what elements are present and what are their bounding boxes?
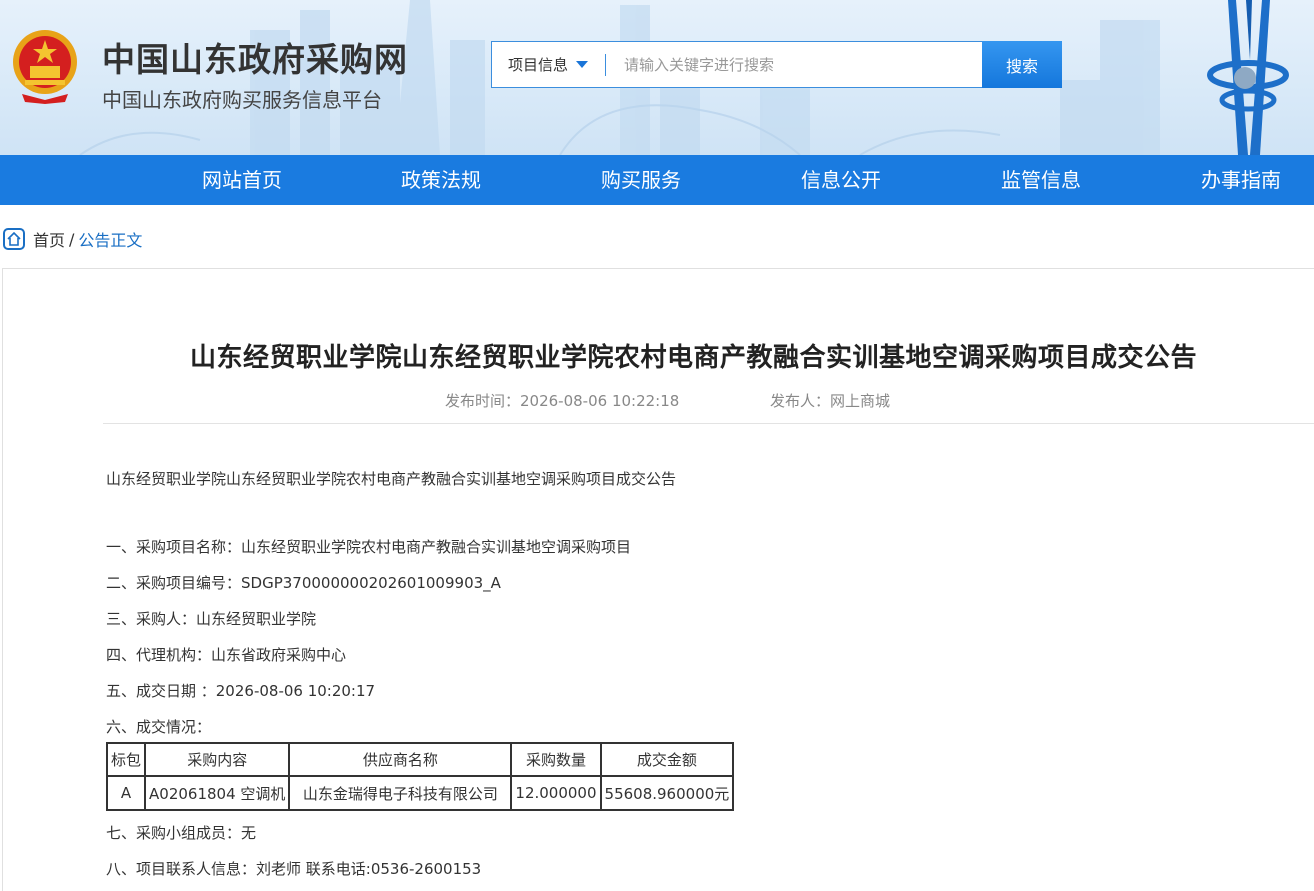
table-header-cell: 采购数量 [510, 742, 602, 777]
nav-item-services[interactable]: 购买服务 [601, 155, 681, 205]
quancheng-tower-image [1207, 0, 1289, 155]
table-header-cell: 标包 [105, 742, 147, 777]
site-subtitle: 中国山东政府购买服务信息平台 [102, 88, 382, 112]
item-panel-members: 七、采购小组成员：无 [106, 824, 257, 842]
article-intro: 山东经贸职业学院山东经贸职业学院农村电商产教融合实训基地空调采购项目成交公告 [106, 470, 677, 488]
table-cell: 55608.960000元 [599, 775, 735, 811]
breadcrumb: 首页 / 公告正文 [3, 226, 142, 252]
breadcrumb-current[interactable]: 公告正文 [78, 227, 142, 251]
item-contact-info: 八、项目联系人信息：刘老师 联系电话:0536-2600153 [106, 860, 482, 878]
nav-item-disclosure[interactable]: 信息公开 [801, 155, 881, 205]
search-button[interactable]: 搜索 [982, 41, 1062, 88]
table-cell: 12.000000 [510, 775, 602, 811]
table-header-cell: 采购内容 [144, 742, 291, 777]
table-cell: 山东金瑞得电子科技有限公司 [288, 775, 513, 811]
item-purchaser: 三、采购人：山东经贸职业学院 [106, 610, 317, 628]
item-agency: 四、代理机构：山东省政府采购中心 [106, 646, 347, 664]
deal-result-table: 标包 采购内容 供应商名称 采购数量 成交金额 A A02061804 空调机 … [105, 742, 735, 811]
search-input[interactable] [606, 42, 982, 87]
table-cell: A [105, 775, 147, 811]
table-header-cell: 供应商名称 [288, 742, 513, 777]
nav-item-supervision[interactable]: 监管信息 [1001, 155, 1081, 205]
search-category-dropdown[interactable]: 项目信息 [492, 42, 605, 87]
chevron-down-icon [576, 61, 589, 68]
item-deal-status: 六、成交情况： [106, 718, 212, 736]
home-icon[interactable] [3, 228, 25, 250]
article-title: 山东经贸职业学院山东经贸职业学院农村电商产教融合实训基地空调采购项目成交公告 [190, 343, 1198, 373]
table-header-row: 标包 采购内容 供应商名称 采购数量 成交金额 [105, 742, 735, 777]
nav-item-guide[interactable]: 办事指南 [1201, 155, 1281, 205]
publish-time: 发布时间：2026-08-06 10:22:18 [445, 392, 680, 410]
item-deal-date: 五、成交日期 ：2026-08-06 10:20:17 [106, 682, 376, 700]
main-nav: 网站首页 政策法规 购买服务 信息公开 监管信息 办事指南 [0, 155, 1314, 205]
breadcrumb-separator: / [69, 229, 75, 249]
nav-item-policy[interactable]: 政策法规 [401, 155, 481, 205]
publisher: 发布人：网上商城 [770, 392, 891, 410]
item-project-name: 一、采购项目名称：山东经贸职业学院农村电商产教融合实训基地空调采购项目 [106, 538, 632, 556]
title-divider [103, 423, 1314, 424]
table-header-cell: 成交金额 [599, 742, 735, 777]
table-row: A A02061804 空调机 山东金瑞得电子科技有限公司 12.000000 … [105, 775, 735, 811]
item-project-number: 二、采购项目编号：SDGP370000000202601009903_A [106, 574, 501, 592]
site-title: 中国山东政府采购网 [102, 40, 408, 79]
site-header: 中国山东政府采购网 中国山东政府购买服务信息平台 项目信息 搜索 [0, 0, 1314, 155]
search-category-label: 项目信息 [508, 56, 569, 74]
national-emblem-icon [13, 30, 77, 104]
table-cell: A02061804 空调机 [144, 775, 291, 811]
breadcrumb-home-link[interactable]: 首页 [33, 227, 65, 251]
nav-item-home[interactable]: 网站首页 [202, 155, 282, 205]
search-bar: 项目信息 搜索 [491, 41, 1062, 88]
